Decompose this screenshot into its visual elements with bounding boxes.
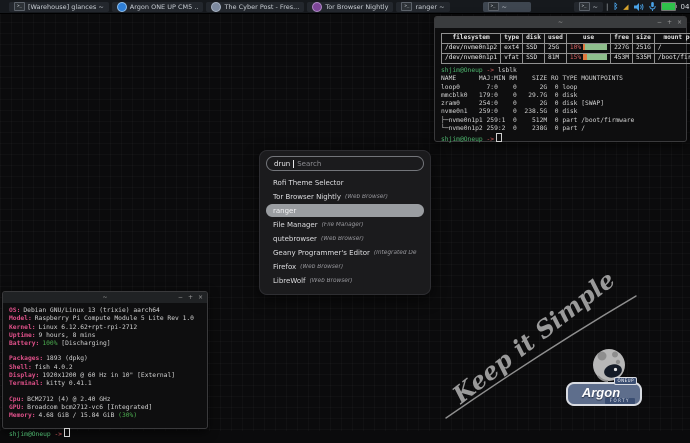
taskbar-window-terminal-active[interactable]: >_ ~ <box>483 2 531 12</box>
window-title: ~ <box>102 294 107 301</box>
terminal-icon: >_ <box>14 2 25 11</box>
window-title: ~ <box>558 19 563 26</box>
tor-app-icon <box>312 2 322 12</box>
fetch-line: Packages:1893 (dpkg) <box>9 355 201 363</box>
fetch-line: Terminal:kitty 0.41.1 <box>9 380 201 388</box>
terminal-window-fetch: ~ − + × OS:Debian GNU/Linux 13 (trixie) … <box>2 291 208 429</box>
taskbar-window-tor[interactable]: Tor Browser Nightly <box>307 2 393 12</box>
shell-prompt-line: shjim@Oneup -> lsblk <box>441 67 680 75</box>
usage-bar <box>583 44 607 50</box>
fetch-line: Cpu:BCM2712 (4) @ 2.40 GHz <box>9 396 201 404</box>
clock: 04:41 <box>681 3 690 11</box>
fetch-line: Model:Raspberry Pi Compute Module 5 Lite… <box>9 315 201 323</box>
terminal-cursor <box>496 133 502 142</box>
terminal-cursor <box>64 428 70 437</box>
terminal-icon: >_ <box>401 2 412 11</box>
taskbar-window-label: ~ <box>502 2 507 12</box>
taskbar-window-label: Tor Browser Nightly <box>325 2 388 12</box>
shell-prompt-line[interactable]: shjim@Oneup -> <box>9 428 201 439</box>
taskbar-window-label: Argon ONE UP CM5 .. <box>130 2 199 12</box>
lsblk-line: NAME MAJ:MIN RM SIZE RO TYPE MOUNTPOINTS <box>441 75 680 83</box>
lsblk-line: mmcblk0 179:0 0 29.7G 0 disk <box>441 92 680 100</box>
maximize-button[interactable]: + <box>188 294 193 301</box>
taskbar-window-label: ranger ~ <box>415 2 444 12</box>
terminal-titlebar[interactable]: ~ − + × <box>3 292 207 303</box>
battery-icon[interactable] <box>661 2 676 11</box>
fetch-line: GPU:Broadcom bcm2712-vc6 [Integrated] <box>9 404 201 412</box>
duf-row: /dev/nvme0n1p2 ext4 SSD 25G 10% 227G 251… <box>442 44 690 54</box>
fetch-line: Shell:fish 4.0.2 <box>9 364 201 372</box>
terminal-content-disk[interactable]: filesystem type disk used use free size … <box>435 28 686 149</box>
network-icon[interactable]: ◢ <box>623 3 628 11</box>
taskbar: >_ [Warehouse] glances ~ Argon ONE UP CM… <box>0 0 690 14</box>
forty-label: FORTY <box>605 398 635 404</box>
taskbar-window-label: ~ <box>593 2 598 12</box>
taskbar-window-cyberpost[interactable]: The Cyber Post - Fres... <box>206 2 304 12</box>
taskbar-window-label: [Warehouse] glances ~ <box>28 2 104 12</box>
launcher-item-qutebrowser[interactable]: qutebrowser (Web Browser) <box>266 232 424 245</box>
taskbar-window-argon[interactable]: Argon ONE UP CM5 .. <box>112 2 204 12</box>
terminal-content-fetch[interactable]: OS:Debian GNU/Linux 13 (trixie) aarch64 … <box>3 303 207 443</box>
volume-icon[interactable] <box>634 3 644 11</box>
search-input[interactable]: drun Search <box>266 156 424 171</box>
launcher-item-firefox[interactable]: Firefox (Web Browser) <box>266 260 424 273</box>
tray-separator: | <box>606 3 608 11</box>
terminal-icon: >_ <box>488 2 499 11</box>
fetch-line: Uptime:9 hours, 8 mins <box>9 332 201 340</box>
system-tray: | ᛒ ◢ 04:41 <box>606 2 690 11</box>
duf-table: filesystem type disk used use free size … <box>441 33 690 64</box>
taskbar-window-terminal[interactable]: >_ ~ <box>574 2 603 12</box>
duf-header-row: filesystem type disk used use free size … <box>442 34 690 44</box>
argon-logo: ONEUP Argon FORTY <box>566 346 652 416</box>
lsblk-line: nvme0n1 259:0 0 238.5G 0 disk <box>441 108 680 116</box>
fetch-line: Kernel:Linux 6.12.62+rpt-rpi-2712 <box>9 324 201 332</box>
desktop: >_ [Warehouse] glances ~ Argon ONE UP CM… <box>0 0 690 431</box>
lsblk-line: └─nvme0n1p2 259:2 0 238G 0 part / <box>441 125 680 133</box>
maximize-button[interactable]: + <box>667 19 672 26</box>
globe-app-icon <box>211 2 221 12</box>
taskbar-window-glances[interactable]: >_ [Warehouse] glances ~ <box>9 2 109 12</box>
lsblk-line: loop0 7:0 0 2G 0 loop <box>441 84 680 92</box>
lsblk-line: zram0 254:0 0 2G 0 disk [SWAP] <box>441 100 680 108</box>
duf-row: /dev/nvme0n1p1 vfat SSD 81M 15% 453M 535… <box>442 54 690 64</box>
launcher-mode-label: drun <box>274 160 290 168</box>
terminal-icon: >_ <box>579 2 590 11</box>
fetch-line: OS:Debian GNU/Linux 13 (trixie) aarch64 <box>9 307 201 315</box>
microphone-icon[interactable] <box>649 2 656 11</box>
fetch-line: Battery:100% [Discharging] <box>9 340 201 348</box>
lsblk-line: ├─nvme0n1p1 259:1 0 512M 0 part /boot/fi… <box>441 117 680 125</box>
fetch-line: Memory:4.68 GiB / 15.84 GiB (30%) <box>9 412 201 420</box>
terminal-window-disk: ~ − + × filesystem type disk used use fr… <box>434 16 687 142</box>
taskbar-window-ranger[interactable]: >_ ranger ~ <box>396 2 449 12</box>
launcher-item-file-manager[interactable]: File Manager (File Manager) <box>266 218 424 231</box>
argon-app-icon <box>117 2 127 12</box>
close-button[interactable]: × <box>198 294 203 301</box>
minimize-button[interactable]: − <box>657 19 662 26</box>
launcher-item-tor-browser[interactable]: Tor Browser Nightly (Web Browser) <box>266 190 424 203</box>
close-button[interactable]: × <box>677 19 682 26</box>
bluetooth-icon[interactable]: ᛒ <box>613 3 618 11</box>
minimize-button[interactable]: − <box>178 294 183 301</box>
terminal-titlebar[interactable]: ~ − + × <box>435 17 686 28</box>
argon-badge: ONEUP Argon FORTY <box>566 382 642 406</box>
launcher-item-librewolf[interactable]: LibreWolf (Web Browser) <box>266 274 424 287</box>
text-cursor <box>293 160 294 168</box>
app-launcher: drun Search Rofi Theme Selector Tor Brow… <box>259 150 431 295</box>
launcher-item-ranger-selected[interactable]: ranger <box>266 204 424 217</box>
launcher-item-rofi-theme-selector[interactable]: Rofi Theme Selector <box>266 176 424 189</box>
launcher-item-geany[interactable]: Geany Programmer's Editor (Integrated De… <box>266 246 424 259</box>
taskbar-window-label: The Cyber Post - Fres... <box>224 2 299 12</box>
search-placeholder: Search <box>297 160 321 168</box>
oneup-label: ONEUP <box>614 377 637 385</box>
shell-prompt-line[interactable]: shjim@Oneup -> <box>441 133 680 144</box>
usage-bar <box>583 54 607 60</box>
